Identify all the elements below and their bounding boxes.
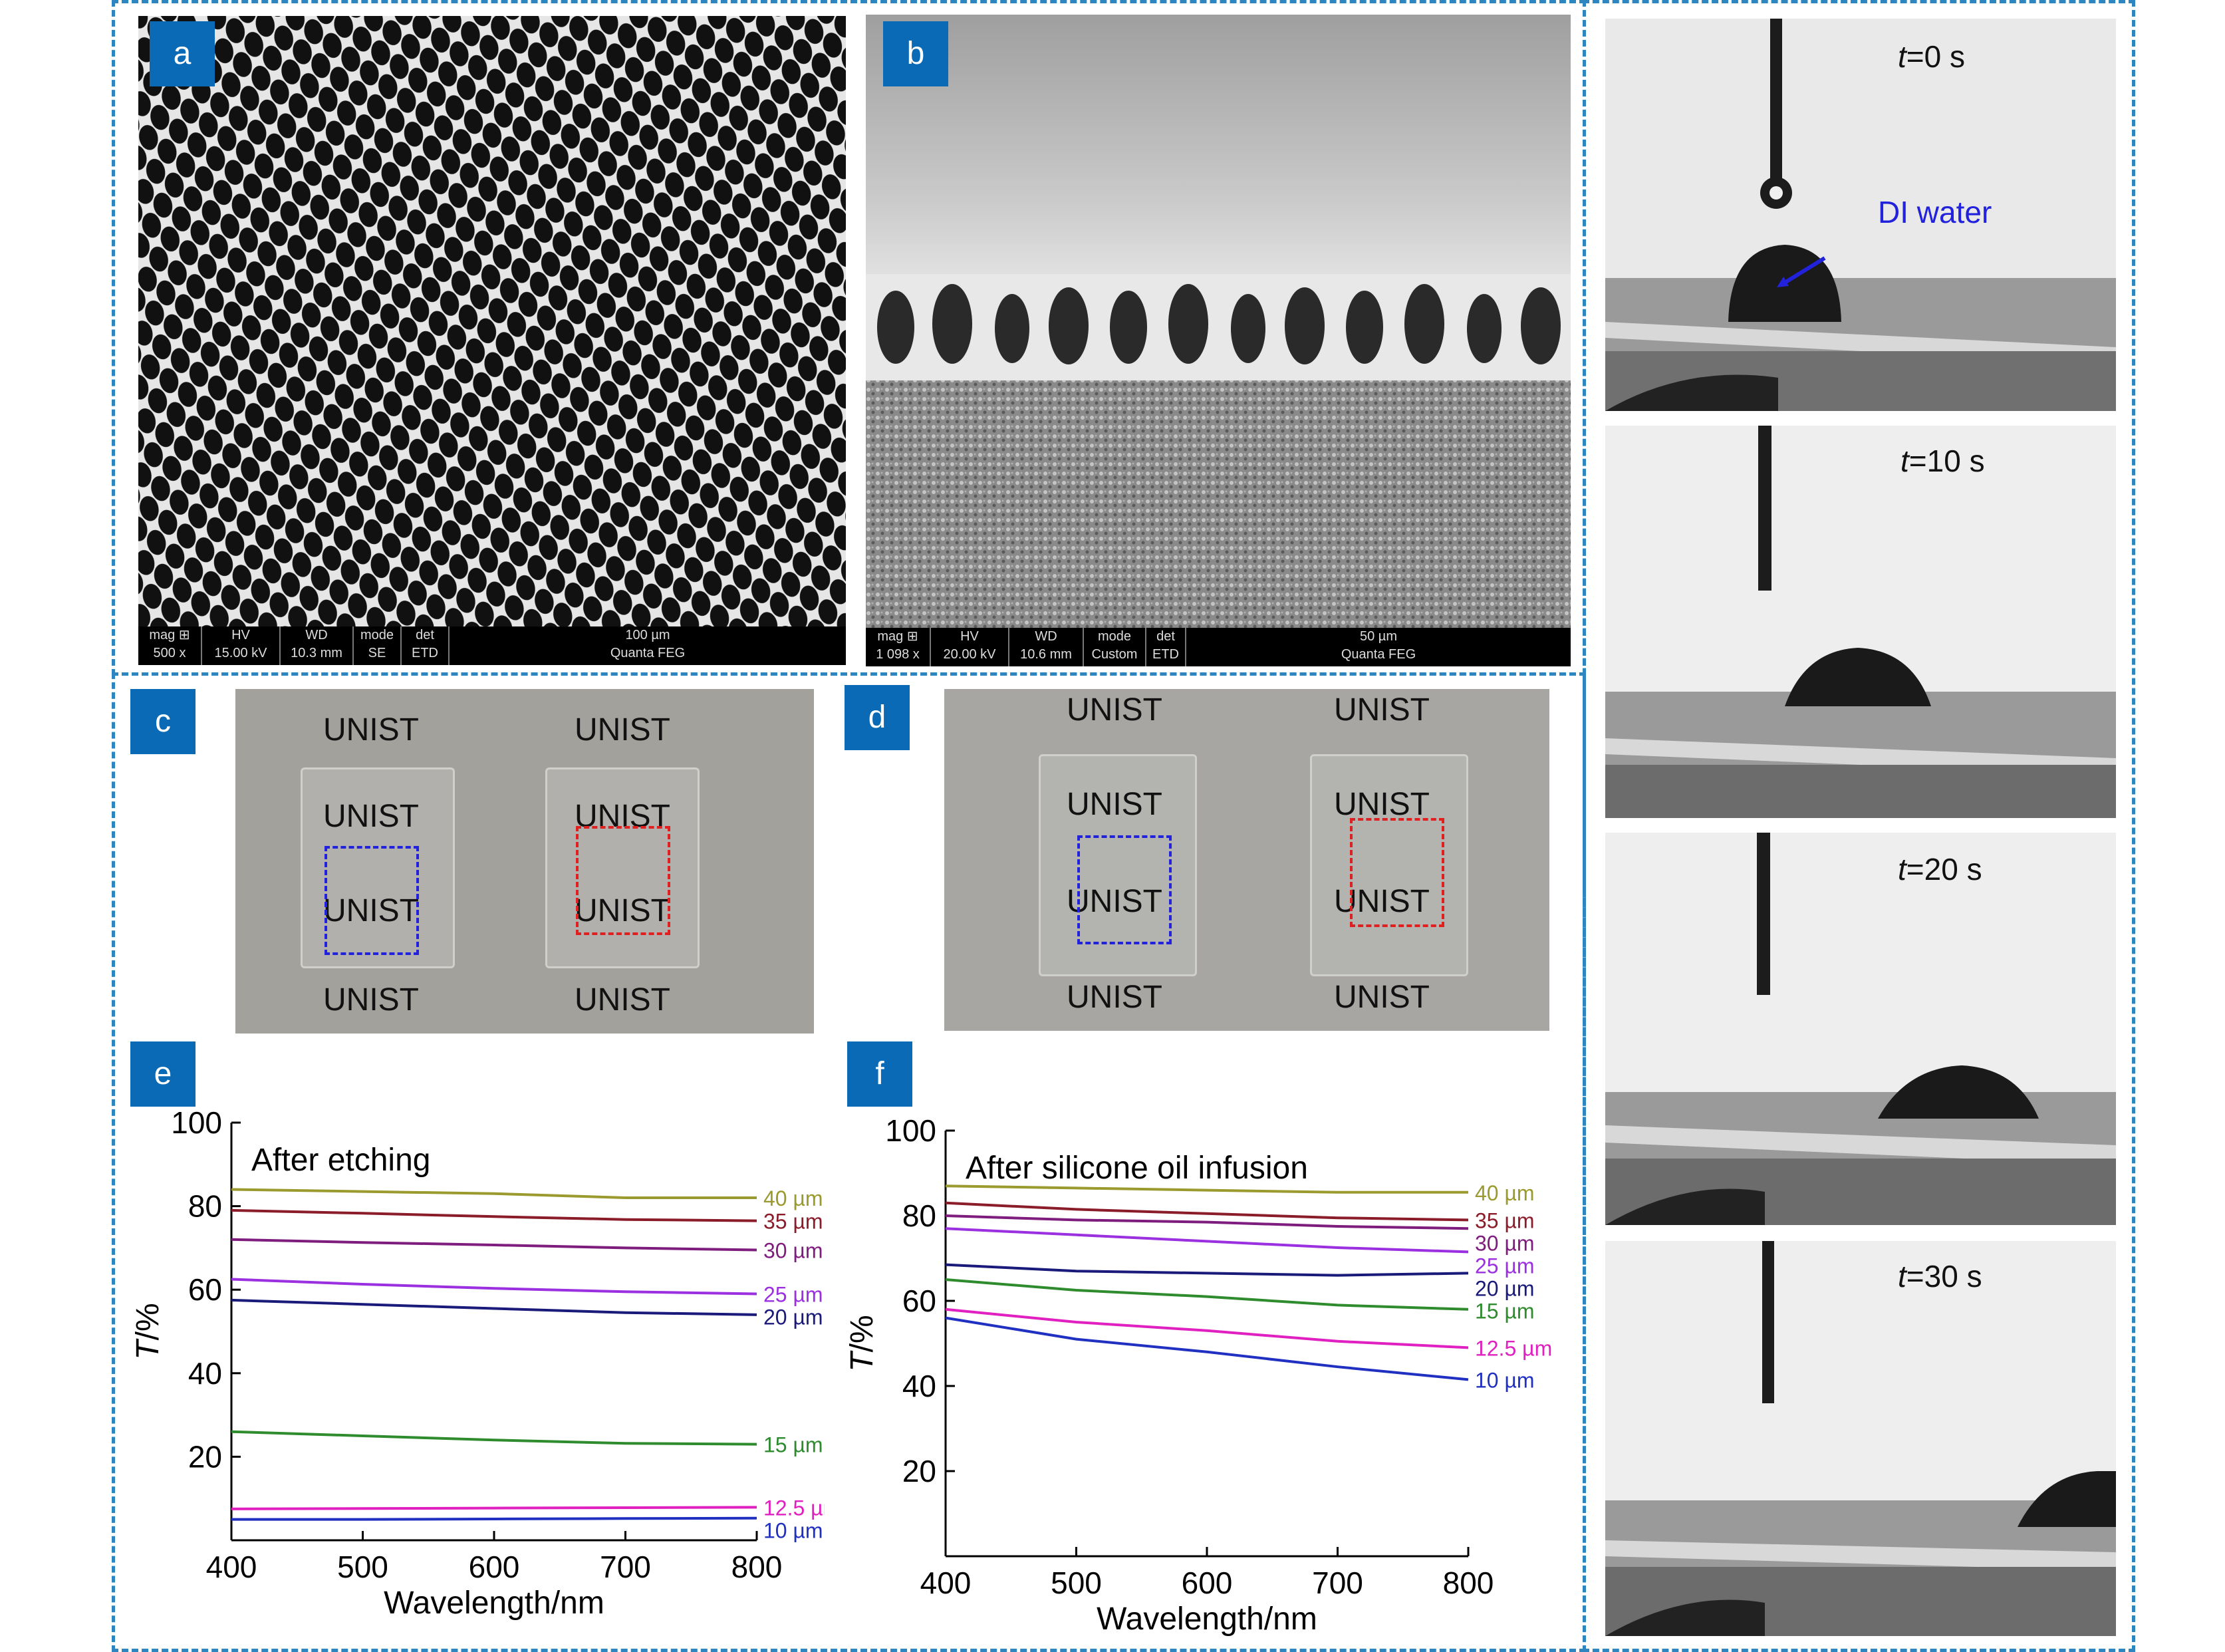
sem-image-b: mag ⊞ 1 098 x HV 20.00 kV WD 10.6 mm mode Cu… — [866, 15, 1571, 666]
sem-info-bar-a: mag ⊞ 500 x HV 15.00 kV WD 10.3 mm mode SE d… — [138, 626, 846, 665]
series-line — [945, 1263, 1469, 1277]
series-line — [231, 1188, 757, 1199]
x-tick-label: 700 — [1312, 1566, 1363, 1600]
unist-text: UNIST — [575, 712, 670, 748]
y-tick-label: 60 — [188, 1272, 222, 1307]
scale-bar-a: 100 µm — [625, 628, 670, 642]
droplet-frame-20s: t=20 s — [1605, 833, 2116, 1225]
series-line — [945, 1227, 1469, 1254]
panel-label-c: c — [130, 689, 196, 754]
unist-text: UNIST — [1067, 692, 1162, 728]
droplet-annotation: DI water — [1878, 195, 1992, 229]
droplet-frame-0s: DI water t=0 s — [1605, 19, 2116, 411]
panel-label-a: a — [150, 21, 215, 86]
unist-text: UNIST — [1067, 787, 1162, 822]
panel-label-d: d — [845, 685, 910, 750]
series-label: 30 µm — [763, 1239, 823, 1263]
series-label: 15 µm — [763, 1433, 823, 1457]
x-tick-label: 500 — [337, 1550, 388, 1584]
series-line — [231, 1506, 757, 1510]
unist-text: UNIST — [323, 712, 419, 748]
series-label: 25 µm — [1475, 1254, 1535, 1278]
series-line — [231, 1278, 757, 1296]
y-tick-label: 20 — [902, 1454, 936, 1488]
series-label: 20 µm — [1475, 1276, 1535, 1300]
series-label: 35 µm — [763, 1210, 823, 1234]
series-label: 30 µm — [1475, 1231, 1535, 1255]
red-dashed-region — [576, 826, 670, 935]
y-tick-label: 40 — [188, 1356, 222, 1391]
series-line — [945, 1278, 1469, 1311]
series-line — [231, 1430, 757, 1446]
unist-text: UNIST — [323, 982, 419, 1018]
series-line — [945, 1316, 1469, 1381]
series-line — [945, 1308, 1469, 1349]
series-line — [231, 1516, 757, 1521]
series-label: 25 µm — [763, 1282, 823, 1306]
series-line — [945, 1184, 1468, 1194]
porous-texture-a — [138, 16, 846, 628]
sem-image-a: mag ⊞ 500 x HV 15.00 kV WD 10.3 mm mode SE d… — [138, 16, 846, 665]
cross-section-texture-b — [866, 15, 1571, 628]
series-label: 15 µm — [1475, 1299, 1535, 1323]
x-tick-label: 400 — [920, 1566, 972, 1600]
red-dashed-region — [1350, 818, 1444, 927]
time-label-10s: t=10 s — [1900, 444, 1985, 478]
photo-d: UNIST UNIST UNIST UNIST UNIST UNIST UNIS… — [944, 689, 1549, 1031]
y-tick-label: 80 — [902, 1198, 936, 1233]
series-label: 10 µm — [1475, 1368, 1535, 1392]
series-label: 40 µm — [1475, 1181, 1535, 1205]
series-label: 10 µm — [763, 1518, 823, 1542]
blue-dashed-region — [325, 846, 419, 955]
series-label: 35 µm — [1475, 1208, 1535, 1232]
time-label-30s: t=30 s — [1898, 1259, 1982, 1294]
droplet-frame-10s: t=10 s — [1605, 426, 2116, 818]
sem-info-bar-b: mag ⊞ 1 098 x HV 20.00 kV WD 10.6 mm mode Cu… — [866, 628, 1571, 666]
x-tick-label: 600 — [1182, 1566, 1233, 1600]
unist-text: UNIST — [323, 799, 419, 834]
droplet-frame-30s: t=30 s — [1605, 1241, 2116, 1636]
time-label-0s: t=0 s — [1898, 39, 1966, 74]
series-line — [231, 1238, 757, 1252]
chart-after-etching: 20 40 60 80 100 400 500 600 700 800 Wavelength/nm T… — [130, 1105, 825, 1621]
series-label: 12.5 µm — [1475, 1336, 1552, 1360]
panel-label-f: f — [847, 1041, 912, 1107]
series-label: 20 µm — [763, 1305, 823, 1329]
unist-text: UNIST — [1334, 980, 1430, 1015]
panel-label-b: b — [883, 21, 948, 86]
unist-text: UNIST — [1334, 692, 1430, 728]
series-label: 40 µm — [763, 1186, 823, 1210]
scale-bar-b: 50 µm — [1360, 629, 1397, 644]
x-tick-label: 600 — [469, 1550, 520, 1584]
series-label: 12.5 µm — [763, 1496, 825, 1520]
x-axis-label: Wavelength/nm — [384, 1585, 604, 1621]
photo-c: UNIST UNIST UNIST UNIST UNIST UNIST UNIS… — [235, 689, 814, 1033]
x-tick-label: 700 — [600, 1550, 651, 1584]
y-axis-label: T/% — [130, 1303, 166, 1359]
unist-text: UNIST — [1067, 980, 1162, 1015]
y-tick-label: 60 — [902, 1284, 936, 1318]
x-tick-label: 400 — [206, 1550, 257, 1584]
time-label-20s: t=20 s — [1898, 852, 1982, 887]
y-tick-label: 80 — [188, 1189, 222, 1224]
chart-title: After silicone oil infusion — [966, 1151, 1308, 1186]
y-tick-label: 100 — [885, 1113, 936, 1148]
y-tick-label: 40 — [902, 1369, 936, 1403]
x-tick-label: 500 — [1051, 1566, 1102, 1600]
y-axis-label: T/% — [845, 1315, 880, 1371]
unist-text: UNIST — [1334, 787, 1430, 822]
x-tick-label: 800 — [731, 1550, 783, 1584]
chart-title: After etching — [251, 1143, 430, 1178]
chart-after-silicone-oil-infusion: 20 40 60 80 100 400 500 600 700 800 Wavelength/nm T… — [845, 1113, 1552, 1637]
blue-dashed-region — [1077, 835, 1172, 944]
x-axis-label: Wavelength/nm — [1097, 1601, 1317, 1637]
y-tick-label: 100 — [171, 1105, 222, 1140]
series-line — [231, 1298, 757, 1316]
unist-text: UNIST — [575, 982, 670, 1018]
x-tick-label: 800 — [1443, 1566, 1494, 1600]
y-tick-label: 20 — [188, 1439, 222, 1474]
series-line — [231, 1208, 757, 1222]
